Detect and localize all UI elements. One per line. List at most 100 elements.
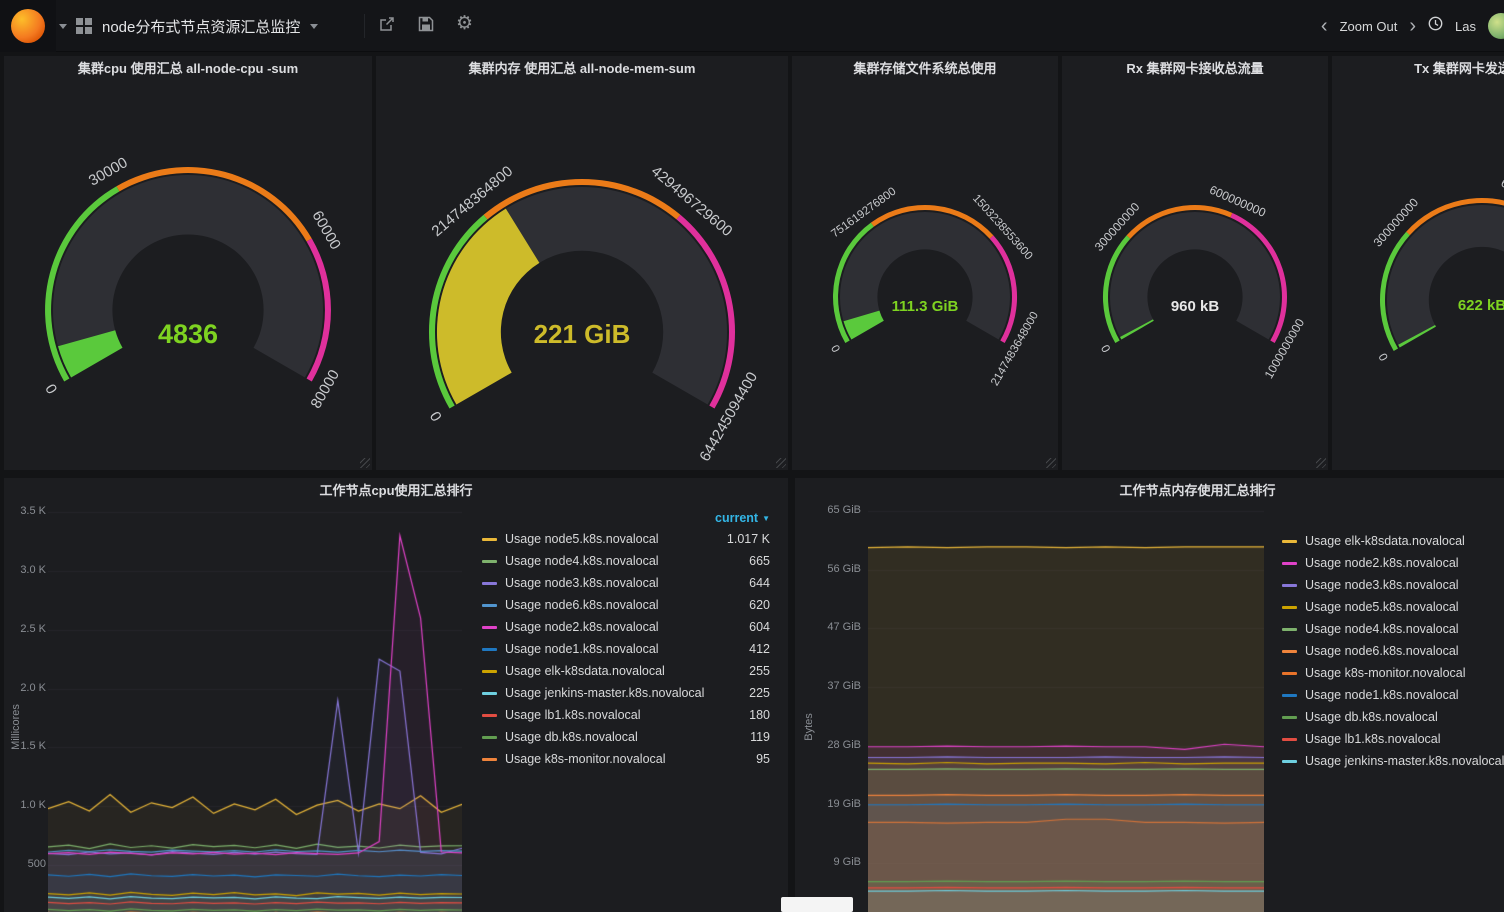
panel-resize-handle[interactable] [1316, 458, 1326, 468]
legend-item[interactable]: Usage lb1.k8s.novalocal [1282, 728, 1504, 750]
y-axis-tick-label: 47 GiB [815, 621, 861, 633]
legend-color-dash [482, 736, 497, 739]
legend-item[interactable]: Usage node3.k8s.novalocal644 [482, 572, 770, 594]
legend-item[interactable]: Usage elk-k8sdata.novalocal255 [482, 660, 770, 682]
avatar[interactable] [1488, 13, 1504, 39]
legend-item[interactable]: Usage node4.k8s.novalocal665 [482, 550, 770, 572]
legend-item[interactable]: Usage k8s-monitor.novalocal95 [482, 748, 770, 770]
cpu-chart-canvas[interactable] [48, 505, 462, 912]
legend-series-name: Usage db.k8s.novalocal [1305, 710, 1438, 724]
legend-item[interactable]: Usage node5.k8s.novalocal1.017 K [482, 528, 770, 550]
panel-resize-handle[interactable] [360, 458, 370, 468]
legend-item[interactable]: Usage db.k8s.novalocal [1282, 706, 1504, 728]
legend-series-name: Usage node4.k8s.novalocal [505, 554, 659, 568]
legend-item[interactable]: Usage node3.k8s.novalocal [1282, 574, 1504, 596]
legend-item[interactable]: Usage node6.k8s.novalocal620 [482, 594, 770, 616]
legend-color-dash [1282, 760, 1297, 763]
logo-zone [0, 0, 56, 52]
panel-mem-ranking-graph: 工作节点内存使用汇总排行 Bytes 9 GiB19 GiB28 GiB37 G… [795, 478, 1504, 912]
time-range-label[interactable]: Las [1455, 19, 1476, 34]
legend-series-name: Usage lb1.k8s.novalocal [505, 708, 641, 722]
legend-current-value: 95 [748, 752, 770, 766]
zoom-out-button[interactable]: Zoom Out [1340, 19, 1398, 34]
legend-item[interactable]: Usage node6.k8s.novalocal [1282, 640, 1504, 662]
legend-series-name: Usage node2.k8s.novalocal [505, 620, 659, 634]
y-axis-tick-label: 3.0 K [4, 564, 46, 576]
legend-color-dash [1282, 694, 1297, 697]
save-icon[interactable] [418, 16, 434, 37]
legend-sort-header[interactable]: current ▼ [482, 508, 770, 528]
legend-color-dash [482, 714, 497, 717]
memory-gauge: 0214748364800429496729600644245094400221… [376, 56, 788, 470]
legend-item[interactable]: Usage node2.k8s.novalocal [1282, 552, 1504, 574]
legend-series-name: Usage db.k8s.novalocal [505, 730, 638, 744]
legend-item[interactable]: Usage elk-k8sdata.novalocal [1282, 530, 1504, 552]
panel-title[interactable]: 集群存储文件系统总使用 [792, 56, 1058, 82]
grafana-logo[interactable] [11, 9, 45, 43]
clock-icon[interactable] [1428, 16, 1443, 36]
storage-gauge: 0751619276800150323855360021474836480001… [792, 56, 1058, 470]
legend-color-dash [482, 670, 497, 673]
panel-cpu-ranking-graph: 工作节点cpu使用汇总排行 Millicores 5001.0 K1.5 K2.… [4, 478, 788, 912]
legend-item[interactable]: Usage node5.k8s.novalocal [1282, 596, 1504, 618]
gauge-value: 960 kB [1171, 298, 1220, 315]
panel-title[interactable]: 集群cpu 使用汇总 all-node-cpu -sum [4, 56, 372, 82]
panel-resize-handle[interactable] [1046, 458, 1056, 468]
legend-item[interactable]: Usage node4.k8s.novalocal [1282, 618, 1504, 640]
navbar-divider [364, 14, 365, 38]
mem-chart-canvas[interactable] [868, 505, 1264, 912]
legend-color-dash [1282, 584, 1297, 587]
legend-item[interactable]: Usage k8s-monitor.novalocal [1282, 662, 1504, 684]
legend-series-name: Usage node6.k8s.novalocal [1305, 644, 1459, 658]
legend-current-value: 255 [741, 664, 770, 678]
legend-current-value: 604 [741, 620, 770, 634]
legend-item[interactable]: Usage jenkins-master.k8s.novalocal [1282, 750, 1504, 772]
y-axis-tick-label: 9 GiB [815, 856, 861, 868]
legend-item[interactable]: Usage db.k8s.novalocal 119 [482, 726, 770, 748]
legend-color-dash [482, 582, 497, 585]
share-icon[interactable] [378, 16, 395, 38]
legend-item[interactable]: Usage node1.k8s.novalocal [1282, 684, 1504, 706]
legend-item[interactable]: Usage node2.k8s.novalocal 604 [482, 616, 770, 638]
legend-item[interactable]: Usage node1.k8s.novalocal412 [482, 638, 770, 660]
chevron-left-icon[interactable]: ‹ [1321, 17, 1328, 35]
legend-series-name: Usage jenkins-master.k8s.novalocal [505, 686, 704, 700]
legend-color-dash [1282, 606, 1297, 609]
panel-cluster-cpu-gauge: 集群cpu 使用汇总 all-node-cpu -sum 03000060000… [4, 56, 372, 470]
panel-resize-handle[interactable] [776, 458, 786, 468]
legend-current-value: 119 [742, 730, 770, 744]
legend-sort-label: current [715, 511, 758, 525]
legend-color-dash [1282, 628, 1297, 631]
legend-item[interactable]: Usage jenkins-master.k8s.novalocal225 [482, 682, 770, 704]
y-axis-tick-label: 1.0 K [4, 799, 46, 811]
panel-cluster-mem-gauge: 集群内存 使用汇总 all-node-mem-sum 0214748364800… [376, 56, 788, 470]
dashboard-picker[interactable]: node分布式节点资源汇总监控 [76, 0, 318, 52]
gauge-tick-label: 0 [426, 409, 445, 425]
legend-current-value: 412 [741, 642, 770, 656]
legend-series-name: Usage node3.k8s.novalocal [505, 576, 659, 590]
gauge-tick-label: 0 [41, 381, 60, 397]
dashboard-caret-icon [310, 24, 318, 29]
navbar: node分布式节点资源汇总监控 ⚙ ‹ Zoom Out › Las [0, 0, 1504, 52]
panel-title[interactable]: 工作节点cpu使用汇总排行 [4, 478, 788, 504]
legend-color-dash [1282, 540, 1297, 543]
y-axis-tick-label: 500 [4, 858, 46, 870]
mem-legend: Usage elk-k8sdata.novalocalUsage node2.k… [1282, 530, 1504, 772]
legend-series-name: Usage lb1.k8s.novalocal [1305, 732, 1441, 746]
panel-title[interactable]: 工作节点内存使用汇总排行 [795, 478, 1504, 504]
chevron-right-icon[interactable]: › [1409, 17, 1416, 35]
gauge-face [1387, 205, 1504, 347]
panel-rx-gauge: Rx 集群网卡接收总流量 030000000060000000010000000… [1062, 56, 1328, 470]
legend-item[interactable]: Usage lb1.k8s.novalocal 180 [482, 704, 770, 726]
navbar-right-controls: ‹ Zoom Out › Las [1321, 0, 1504, 52]
legend-current-value: 180 [741, 708, 770, 722]
y-axis-tick-label: 3.5 K [4, 505, 46, 517]
gear-icon[interactable]: ⚙ [456, 14, 473, 34]
panel-title[interactable]: Rx 集群网卡接收总流量 [1062, 56, 1328, 82]
panel-title[interactable]: 集群内存 使用汇总 all-node-mem-sum [376, 56, 788, 82]
legend-color-dash [482, 538, 497, 541]
legend-series-name: Usage jenkins-master.k8s.novalocal [1305, 754, 1504, 768]
panel-title[interactable]: Tx 集群网卡发送总流量 [1332, 56, 1504, 82]
legend-color-dash [482, 692, 497, 695]
sort-caret-icon: ▼ [762, 514, 770, 523]
